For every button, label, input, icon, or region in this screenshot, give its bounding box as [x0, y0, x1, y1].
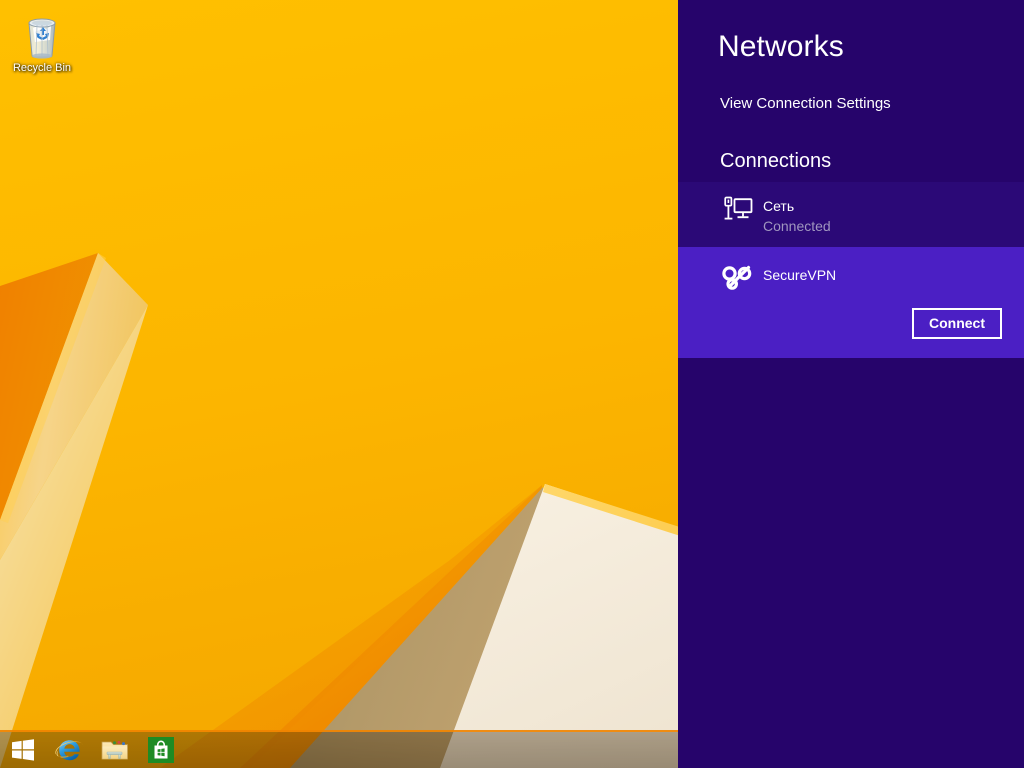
taskbar	[0, 730, 678, 768]
network-status: Connected	[763, 218, 831, 234]
connect-button[interactable]: Connect	[912, 308, 1002, 339]
store-button[interactable]	[138, 732, 184, 768]
networks-flyout-panel: Networks View Connection Settings Connec…	[678, 0, 1024, 768]
recycle-bin-icon	[19, 10, 65, 60]
windows-store-icon	[148, 737, 174, 763]
view-connection-settings-link[interactable]: View Connection Settings	[720, 95, 891, 112]
start-button[interactable]	[0, 732, 46, 768]
network-list-item-ethernet[interactable]: Сеть Connected	[678, 182, 1024, 247]
connections-heading: Connections	[720, 150, 832, 172]
desktop-icon-label: Recycle Bin	[12, 62, 72, 74]
panel-title: Networks	[718, 30, 844, 63]
windows-logo-icon	[11, 738, 35, 762]
network-name: Сеть	[763, 198, 795, 214]
internet-explorer-button[interactable]	[46, 732, 92, 768]
vpn-key-icon	[722, 264, 752, 292]
ethernet-monitor-icon	[723, 196, 753, 224]
internet-explorer-icon	[54, 735, 84, 765]
file-explorer-icon	[100, 736, 130, 764]
network-name: SecureVPN	[763, 267, 837, 283]
desktop-screen: Recycle Bin Networks View Connection Set…	[0, 0, 1024, 768]
desktop-icon-recycle-bin[interactable]: Recycle Bin	[2, 6, 82, 75]
network-list-item-securevpn[interactable]: SecureVPN Connect	[678, 247, 1024, 358]
file-explorer-button[interactable]	[92, 732, 138, 768]
